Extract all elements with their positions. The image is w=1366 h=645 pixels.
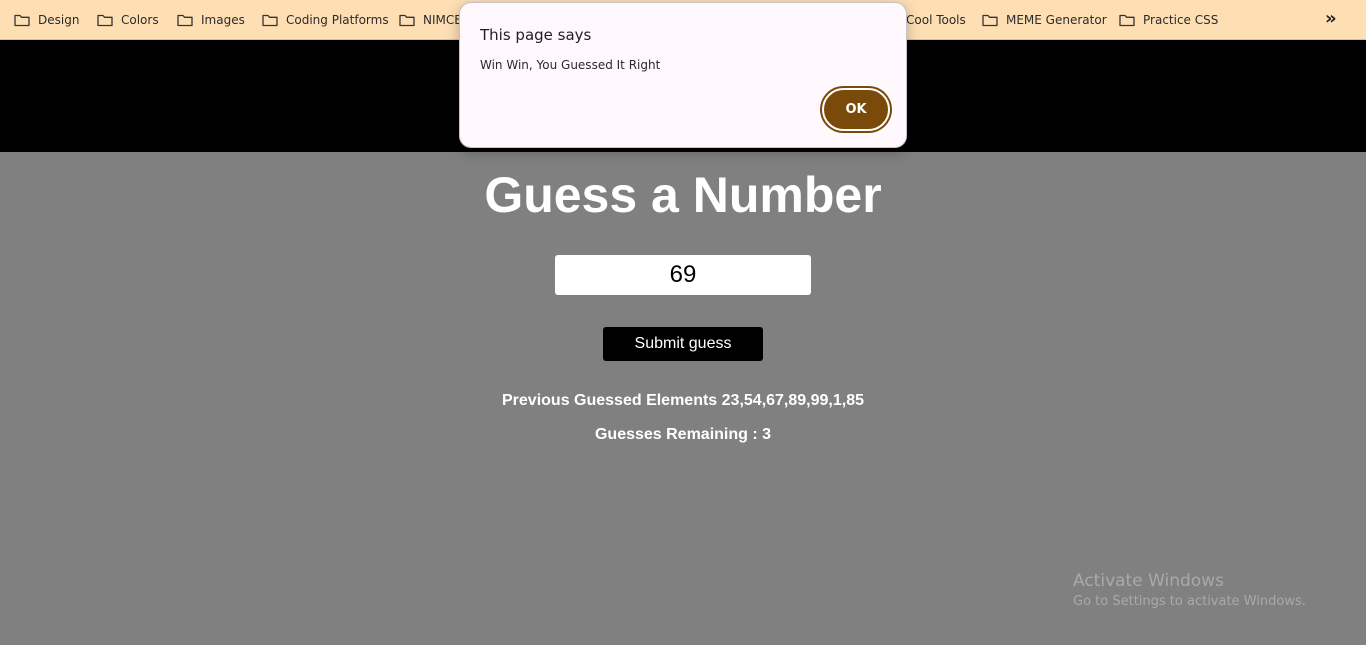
dialog-message: Win Win, You Guessed It Right bbox=[480, 58, 661, 72]
bookmark-meme-generator[interactable]: MEME Generator bbox=[982, 0, 1107, 39]
watermark-subtitle: Go to Settings to activate Windows. bbox=[1073, 594, 1306, 609]
folder-icon bbox=[177, 14, 193, 26]
page-title: Guess a Number bbox=[484, 167, 882, 223]
folder-icon bbox=[982, 14, 998, 26]
folder-icon bbox=[399, 14, 415, 26]
double-chevron-right-icon[interactable]: » bbox=[1325, 10, 1343, 28]
folder-icon bbox=[262, 14, 278, 26]
bookmark-coding-platforms[interactable]: Coding Platforms bbox=[262, 0, 389, 39]
dialog-title: This page says bbox=[480, 26, 592, 44]
folder-icon bbox=[14, 14, 30, 26]
previous-guesses-text: Previous Guessed Elements 23,54,67,89,99… bbox=[502, 392, 864, 409]
bookmark-label: Coding Platforms bbox=[286, 12, 389, 27]
ok-button[interactable]: OK bbox=[822, 88, 890, 131]
bookmark-label: MEME Generator bbox=[1006, 12, 1107, 27]
folder-icon bbox=[97, 14, 113, 26]
bookmark-label: Design bbox=[38, 12, 80, 27]
bookmark-label: Practice CSS bbox=[1143, 12, 1219, 27]
activate-windows-watermark: Activate Windows Go to Settings to activ… bbox=[1073, 570, 1306, 612]
submit-guess-button[interactable]: Submit guess bbox=[603, 327, 763, 361]
guesses-remaining-text: Guesses Remaining : 3 bbox=[594, 426, 772, 443]
bookmark-label: Cool Tools bbox=[906, 12, 966, 27]
bookmark-practice-css[interactable]: Practice CSS bbox=[1119, 0, 1218, 39]
bookmark-label: Images bbox=[201, 12, 245, 27]
folder-icon bbox=[1119, 14, 1135, 26]
bookmark-images[interactable]: Images bbox=[177, 0, 245, 39]
bookmark-label: NIMCE bbox=[423, 12, 462, 27]
alert-dialog: This page says Win Win, You Guessed It R… bbox=[459, 2, 907, 148]
guess-input[interactable] bbox=[555, 255, 811, 295]
bookmark-nimce[interactable]: NIMCE bbox=[399, 0, 462, 39]
bookmark-colors[interactable]: Colors bbox=[97, 0, 159, 39]
watermark-title: Activate Windows bbox=[1073, 571, 1224, 591]
bookmark-design[interactable]: Design bbox=[14, 0, 79, 39]
bookmark-label: Colors bbox=[121, 12, 159, 27]
